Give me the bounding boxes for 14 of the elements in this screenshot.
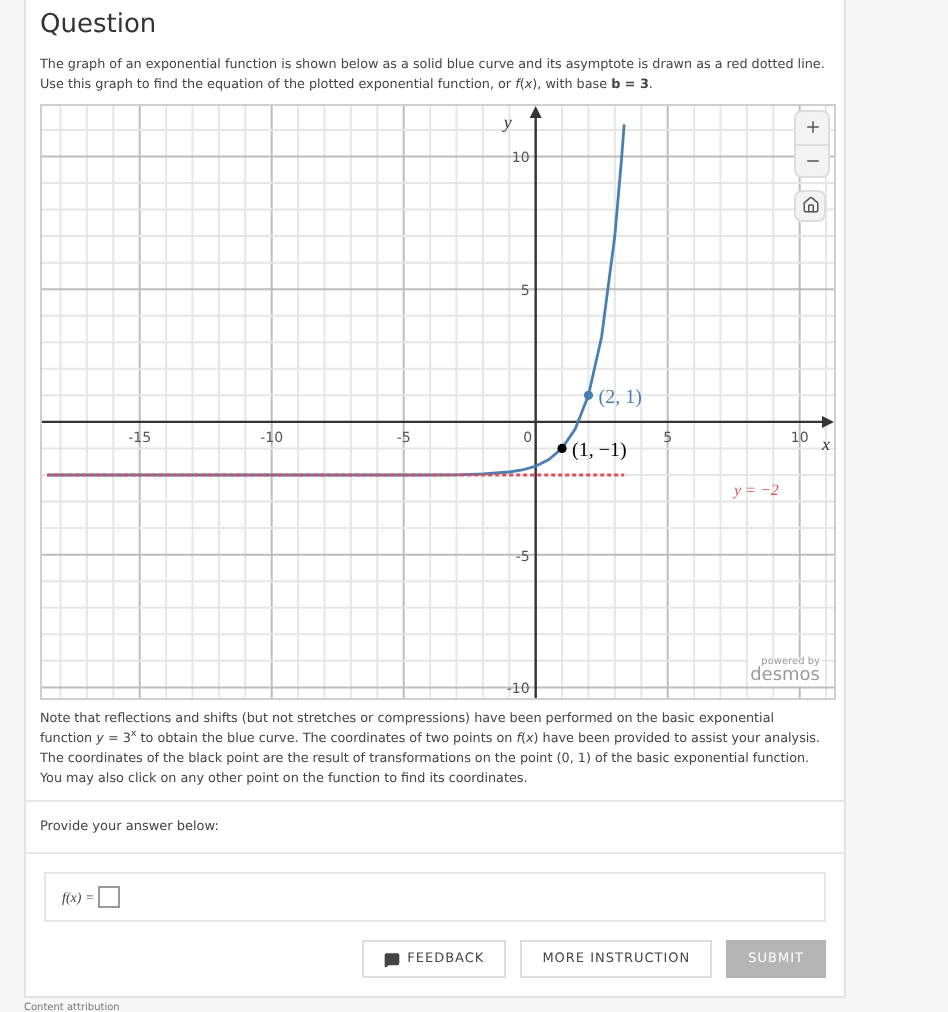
home-button[interactable] <box>794 189 826 221</box>
point-label: (1, −1) <box>572 439 627 462</box>
question-title: Question <box>40 8 159 44</box>
y-axis-label: y <box>503 111 512 131</box>
x-axis-label: x <box>822 432 830 453</box>
point-marker[interactable] <box>557 442 567 453</box>
plus-icon <box>803 118 821 136</box>
brand-logo: desmos <box>750 667 820 685</box>
asymptote-label: y = −2 <box>734 480 779 498</box>
point-label: (2, 1) <box>598 386 642 409</box>
point-marker[interactable] <box>583 389 594 399</box>
home-icon <box>801 196 819 214</box>
comment-icon <box>383 951 400 968</box>
answer-box[interactable] <box>98 886 121 909</box>
